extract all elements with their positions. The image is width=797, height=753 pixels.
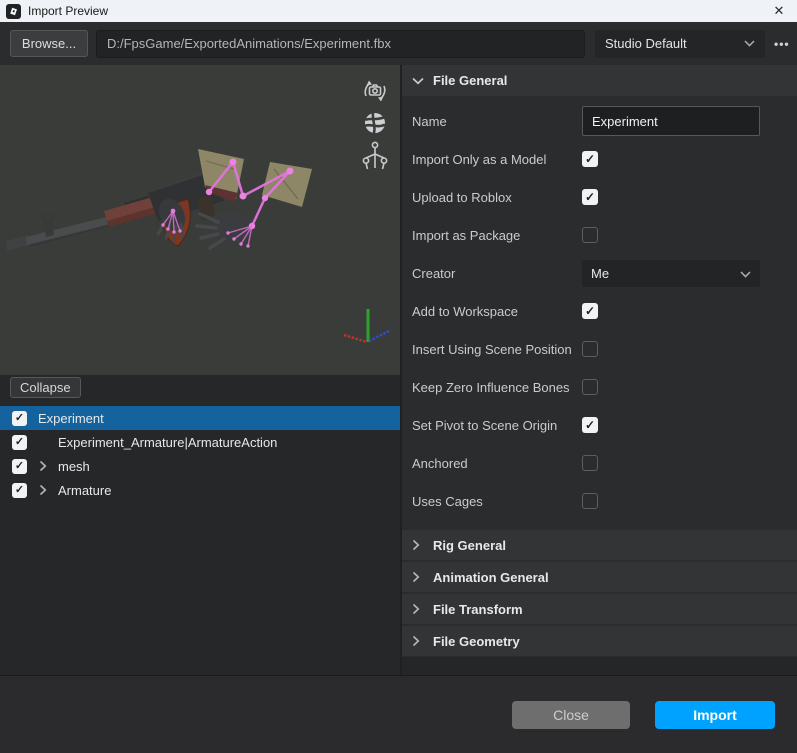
orbit-camera-icon[interactable] [360, 77, 390, 105]
roblox-studio-icon [6, 3, 21, 19]
property-label: Creator [412, 265, 456, 281]
creator-dropdown[interactable]: Me [582, 259, 760, 287]
property-row-keep-zero-influence-bones: Keep Zero Influence Bones [402, 368, 797, 406]
globe-icon[interactable] [363, 111, 387, 135]
titlebar: Import Preview ✕ [0, 0, 797, 22]
tree-item-checkbox[interactable]: ✓ [12, 458, 27, 474]
property-row-import-as-package: Import as Package [402, 216, 797, 254]
rig-armature-icon[interactable] [361, 141, 389, 171]
chevron-right-icon [412, 539, 425, 551]
close-button[interactable]: Close [512, 701, 630, 729]
tree-item-mesh[interactable]: ✓ mesh [0, 454, 400, 478]
property-label: Import Only as a Model [412, 151, 547, 167]
property-label: Set Pivot to Scene Origin [412, 417, 558, 433]
keep-zero-influence-bones-checkbox[interactable] [582, 379, 598, 395]
chevron-right-icon [412, 571, 425, 583]
section-title: Rig General [433, 537, 506, 553]
name-input[interactable] [582, 106, 760, 136]
import-button[interactable]: Import [655, 701, 775, 729]
property-row-add-to-workspace: Add to Workspace ✓ [402, 292, 797, 330]
file-path-input[interactable] [96, 29, 585, 58]
section-header-animation-general[interactable]: Animation General [402, 562, 797, 592]
hierarchy-tree: ✓ Experiment ✓ Experiment_Armature|Armature… [0, 406, 400, 502]
axis-gizmo-icon [343, 309, 390, 344]
property-row-set-pivot-to-scene-origin: Set Pivot to Scene Origin ✓ [402, 406, 797, 444]
property-label: Add to Workspace [412, 303, 518, 319]
property-label: Upload to Roblox [412, 189, 512, 205]
preview-viewport[interactable] [0, 65, 400, 375]
section-header-file-geometry[interactable]: File Geometry [402, 626, 797, 656]
toolbar: Browse... Studio Default ••• [0, 22, 797, 65]
property-row-upload-to-roblox: Upload to Roblox ✓ [402, 178, 797, 216]
inspector-panel: File General Name Import Only as a Model ✓… [400, 65, 797, 675]
chevron-down-icon [412, 77, 425, 85]
more-options-button[interactable]: ••• [774, 37, 790, 51]
close-icon[interactable]: ✕ [769, 0, 789, 22]
property-label: Uses Cages [412, 493, 483, 509]
tree-item-label: mesh [58, 458, 90, 474]
import-only-as-a-model-checkbox[interactable]: ✓ [582, 151, 598, 167]
section-title: File Transform [433, 601, 523, 617]
chevron-right-icon[interactable] [39, 460, 47, 472]
tree-item-experiment[interactable]: ✓ Experiment [0, 406, 400, 430]
dropdown-value: Me [591, 265, 610, 281]
section-header-rig-general[interactable]: Rig General [402, 530, 797, 560]
property-label: Insert Using Scene Position [412, 341, 572, 357]
tree-item-checkbox[interactable]: ✓ [12, 434, 27, 450]
property-row-uses-cages: Uses Cages [402, 482, 797, 520]
tree-item-armature[interactable]: ✓ Armature [0, 478, 400, 502]
set-pivot-to-scene-origin-checkbox[interactable]: ✓ [582, 417, 598, 433]
inspector-bottom-strip [402, 657, 797, 675]
property-row-import-only-as-a-model: Import Only as a Model ✓ [402, 140, 797, 178]
chevron-right-icon [412, 603, 425, 615]
chevron-right-icon [412, 635, 425, 647]
upload-to-roblox-checkbox[interactable]: ✓ [582, 189, 598, 205]
file-general-rows: NameImport Only as a Model✓Upload to Rob… [402, 96, 797, 520]
chevron-down-icon [744, 40, 755, 47]
browse-button[interactable]: Browse... [10, 30, 88, 57]
model-preview [6, 149, 390, 344]
insert-using-scene-position-checkbox[interactable] [582, 341, 598, 357]
tree-item-label: Experiment [38, 410, 104, 426]
tree-item-checkbox[interactable]: ✓ [12, 410, 27, 426]
property-row-creator: Creator Me [402, 254, 797, 292]
property-label: Anchored [412, 455, 468, 471]
tree-item-checkbox[interactable]: ✓ [12, 482, 27, 498]
collapse-button[interactable]: Collapse [10, 377, 81, 398]
property-label: Import as Package [412, 227, 521, 243]
tree-item-label: Armature [58, 482, 112, 498]
chevron-down-icon [740, 266, 751, 281]
section-title: File General [433, 73, 508, 88]
import-as-package-checkbox[interactable] [582, 227, 598, 243]
section-header-file-general[interactable]: File General [402, 65, 797, 96]
property-row-insert-using-scene-position: Insert Using Scene Position [402, 330, 797, 368]
hierarchy-panel: Collapse ✓ Experiment ✓ Experiment_Armature… [0, 375, 400, 675]
preset-dropdown-value: Studio Default [605, 36, 687, 51]
uses-cages-checkbox[interactable] [582, 493, 598, 509]
tree-item-experiment-armature-armatureaction[interactable]: ✓ Experiment_Armature|ArmatureAction [0, 430, 400, 454]
property-row-anchored: Anchored [402, 444, 797, 482]
property-row-name: Name [402, 102, 797, 140]
section-title: File Geometry [433, 633, 520, 649]
section-header-file-transform[interactable]: File Transform [402, 594, 797, 624]
add-to-workspace-checkbox[interactable]: ✓ [582, 303, 598, 319]
collapsed-sections: Rig General Animation General File Transfo… [402, 530, 797, 656]
viewport-toolbar [360, 77, 390, 171]
property-label: Keep Zero Influence Bones [412, 379, 570, 395]
chevron-right-icon[interactable] [39, 484, 47, 496]
section-title: Animation General [433, 569, 549, 585]
anchored-checkbox[interactable] [582, 455, 598, 471]
footer-bar: Close Import [0, 675, 797, 753]
preset-dropdown[interactable]: Studio Default [595, 29, 765, 58]
tree-item-label: Experiment_Armature|ArmatureAction [58, 434, 278, 450]
property-label: Name [412, 113, 447, 129]
window-title: Import Preview [28, 4, 109, 18]
